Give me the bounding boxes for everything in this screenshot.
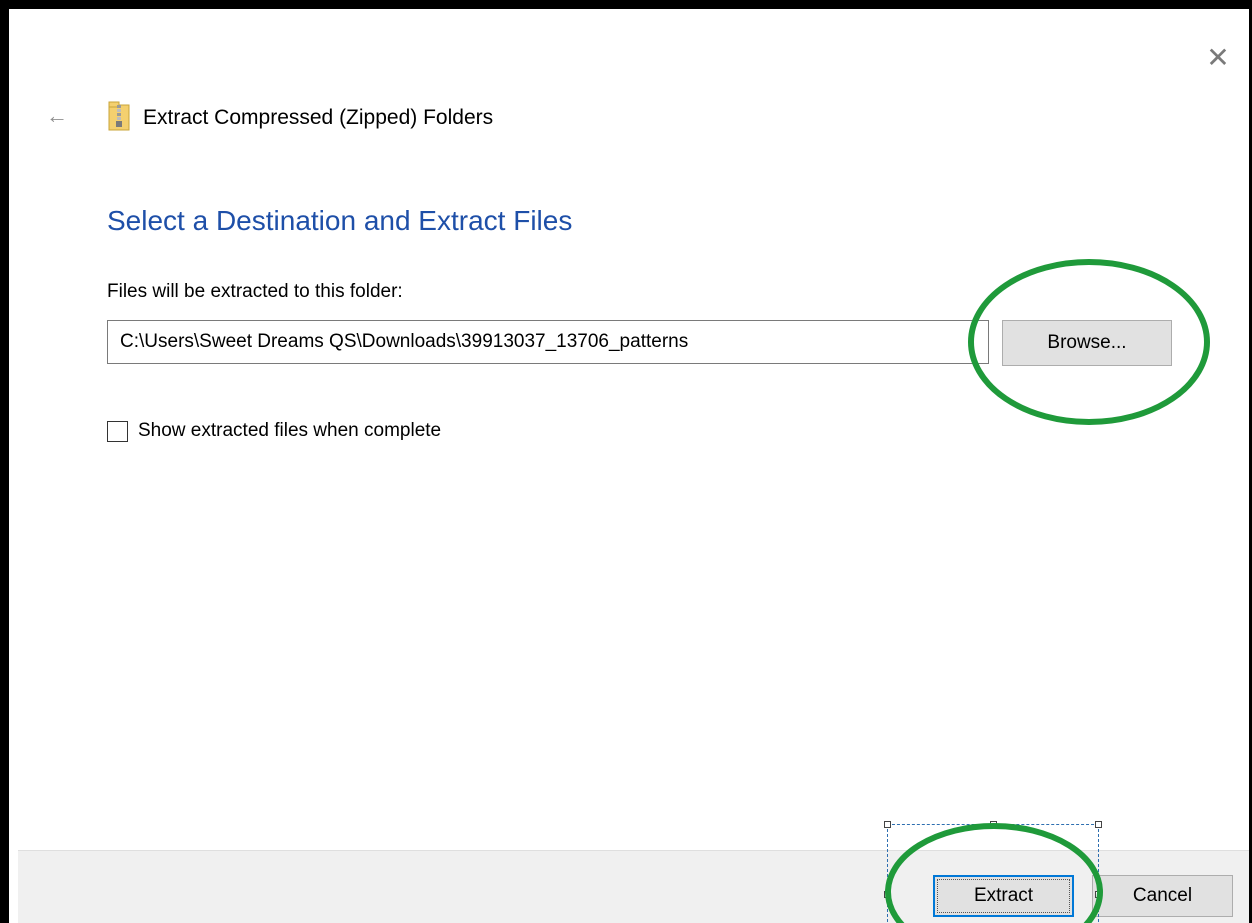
close-icon[interactable]: ✕	[1203, 43, 1233, 73]
show-extracted-files-checkbox[interactable]	[107, 420, 128, 442]
screenshot-frame: ✕ ← Extract Compressed (Zipped) Folders …	[0, 0, 1252, 923]
window-title: Extract Compressed (Zipped) Folders	[143, 106, 494, 129]
page-heading: Select a Destination and Extract Files	[107, 205, 573, 236]
extract-button-label: Extract	[973, 885, 1034, 906]
back-arrow-icon[interactable]: ←	[45, 104, 69, 128]
show-extracted-files-label[interactable]: Show extracted files when complete	[138, 420, 441, 442]
browse-button[interactable]: Browse...	[1002, 320, 1172, 366]
destination-path-input[interactable]	[107, 320, 989, 364]
zip-folder-icon	[108, 101, 130, 131]
show-extracted-files-option[interactable]: Show extracted files when complete	[107, 418, 441, 444]
destination-label: Files will be extracted to this folder:	[107, 281, 403, 302]
extract-button[interactable]: Extract	[933, 875, 1074, 917]
cancel-button[interactable]: Cancel	[1092, 875, 1233, 917]
extract-dialog: ✕ ← Extract Compressed (Zipped) Folders …	[18, 18, 1249, 923]
